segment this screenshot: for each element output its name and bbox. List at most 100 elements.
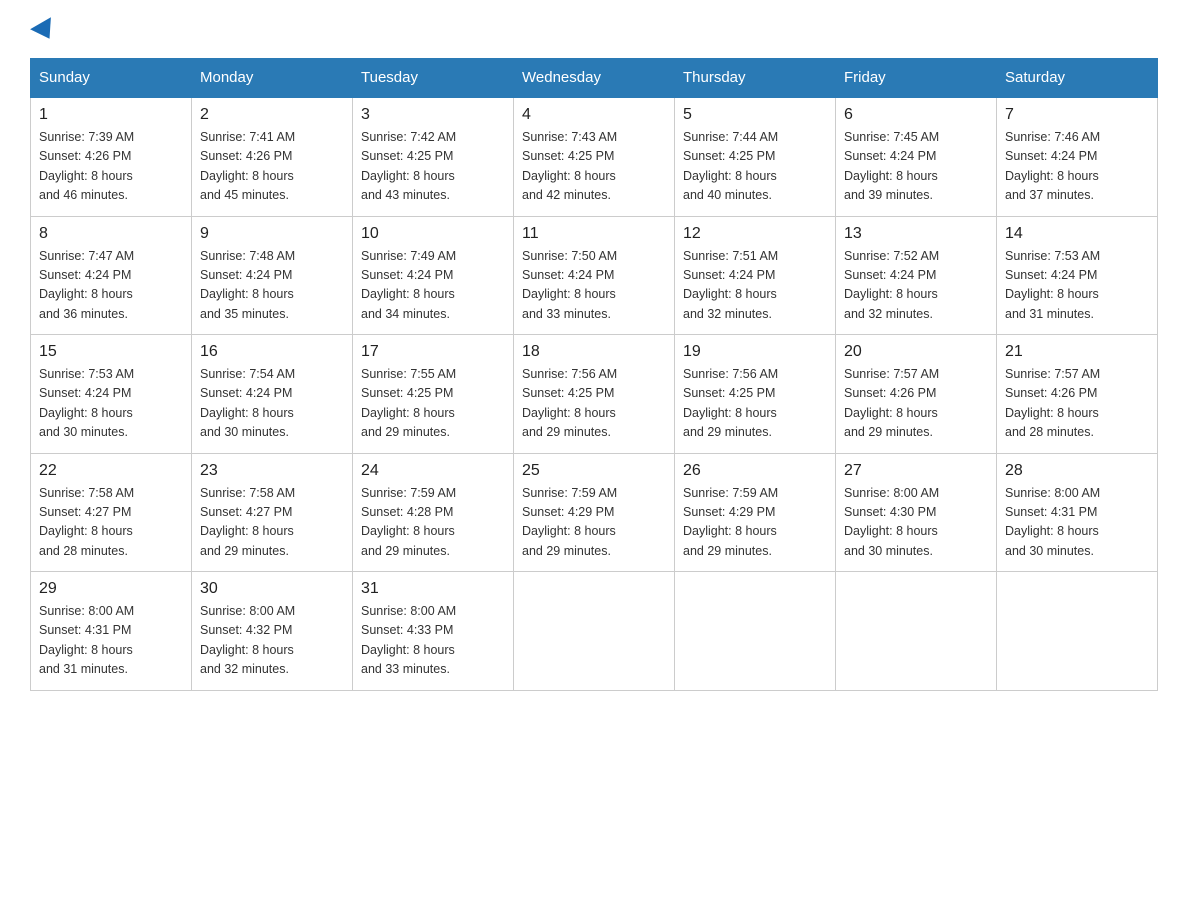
day-number: 6 (844, 106, 988, 124)
header-row: Sunday Monday Tuesday Wednesday Thursday… (31, 59, 1158, 98)
day-number: 21 (1005, 343, 1149, 361)
table-row: 7 Sunrise: 7:46 AMSunset: 4:24 PMDayligh… (997, 97, 1158, 216)
table-row: 22 Sunrise: 7:58 AMSunset: 4:27 PMDaylig… (31, 453, 192, 572)
table-row: 16 Sunrise: 7:54 AMSunset: 4:24 PMDaylig… (192, 335, 353, 454)
logo-blue (30, 20, 57, 38)
day-number: 22 (39, 462, 183, 480)
day-info: Sunrise: 8:00 AMSunset: 4:33 PMDaylight:… (361, 604, 456, 676)
table-row: 8 Sunrise: 7:47 AMSunset: 4:24 PMDayligh… (31, 216, 192, 335)
day-info: Sunrise: 7:49 AMSunset: 4:24 PMDaylight:… (361, 249, 456, 321)
table-row: 9 Sunrise: 7:48 AMSunset: 4:24 PMDayligh… (192, 216, 353, 335)
day-info: Sunrise: 7:56 AMSunset: 4:25 PMDaylight:… (683, 367, 778, 439)
calendar-table: Sunday Monday Tuesday Wednesday Thursday… (30, 58, 1158, 691)
day-info: Sunrise: 7:59 AMSunset: 4:29 PMDaylight:… (522, 486, 617, 558)
day-number: 19 (683, 343, 827, 361)
day-number: 26 (683, 462, 827, 480)
table-row: 5 Sunrise: 7:44 AMSunset: 4:25 PMDayligh… (675, 97, 836, 216)
day-info: Sunrise: 8:00 AMSunset: 4:32 PMDaylight:… (200, 604, 295, 676)
day-number: 5 (683, 106, 827, 124)
table-row: 14 Sunrise: 7:53 AMSunset: 4:24 PMDaylig… (997, 216, 1158, 335)
day-info: Sunrise: 7:51 AMSunset: 4:24 PMDaylight:… (683, 249, 778, 321)
day-number: 24 (361, 462, 505, 480)
col-thursday: Thursday (675, 59, 836, 98)
table-row: 18 Sunrise: 7:56 AMSunset: 4:25 PMDaylig… (514, 335, 675, 454)
day-info: Sunrise: 8:00 AMSunset: 4:30 PMDaylight:… (844, 486, 939, 558)
day-number: 10 (361, 225, 505, 243)
page-header (30, 20, 1158, 38)
calendar-week-row: 15 Sunrise: 7:53 AMSunset: 4:24 PMDaylig… (31, 335, 1158, 454)
day-number: 2 (200, 106, 344, 124)
col-monday: Monday (192, 59, 353, 98)
day-number: 8 (39, 225, 183, 243)
day-info: Sunrise: 7:44 AMSunset: 4:25 PMDaylight:… (683, 130, 778, 202)
table-row: 25 Sunrise: 7:59 AMSunset: 4:29 PMDaylig… (514, 453, 675, 572)
day-number: 17 (361, 343, 505, 361)
table-row: 3 Sunrise: 7:42 AMSunset: 4:25 PMDayligh… (353, 97, 514, 216)
table-row (997, 572, 1158, 691)
table-row: 11 Sunrise: 7:50 AMSunset: 4:24 PMDaylig… (514, 216, 675, 335)
day-number: 14 (1005, 225, 1149, 243)
table-row: 24 Sunrise: 7:59 AMSunset: 4:28 PMDaylig… (353, 453, 514, 572)
day-info: Sunrise: 7:52 AMSunset: 4:24 PMDaylight:… (844, 249, 939, 321)
day-info: Sunrise: 7:45 AMSunset: 4:24 PMDaylight:… (844, 130, 939, 202)
day-number: 27 (844, 462, 988, 480)
table-row: 4 Sunrise: 7:43 AMSunset: 4:25 PMDayligh… (514, 97, 675, 216)
table-row: 31 Sunrise: 8:00 AMSunset: 4:33 PMDaylig… (353, 572, 514, 691)
calendar-week-row: 22 Sunrise: 7:58 AMSunset: 4:27 PMDaylig… (31, 453, 1158, 572)
day-info: Sunrise: 7:41 AMSunset: 4:26 PMDaylight:… (200, 130, 295, 202)
day-number: 3 (361, 106, 505, 124)
logo-triangle-icon (30, 17, 60, 45)
day-number: 23 (200, 462, 344, 480)
day-number: 9 (200, 225, 344, 243)
table-row: 21 Sunrise: 7:57 AMSunset: 4:26 PMDaylig… (997, 335, 1158, 454)
table-row: 2 Sunrise: 7:41 AMSunset: 4:26 PMDayligh… (192, 97, 353, 216)
table-row: 15 Sunrise: 7:53 AMSunset: 4:24 PMDaylig… (31, 335, 192, 454)
day-info: Sunrise: 8:00 AMSunset: 4:31 PMDaylight:… (1005, 486, 1100, 558)
day-number: 15 (39, 343, 183, 361)
table-row: 23 Sunrise: 7:58 AMSunset: 4:27 PMDaylig… (192, 453, 353, 572)
day-number: 30 (200, 580, 344, 598)
day-info: Sunrise: 7:59 AMSunset: 4:29 PMDaylight:… (683, 486, 778, 558)
day-info: Sunrise: 7:53 AMSunset: 4:24 PMDaylight:… (39, 367, 134, 439)
logo (30, 20, 57, 38)
table-row: 26 Sunrise: 7:59 AMSunset: 4:29 PMDaylig… (675, 453, 836, 572)
col-sunday: Sunday (31, 59, 192, 98)
table-row: 27 Sunrise: 8:00 AMSunset: 4:30 PMDaylig… (836, 453, 997, 572)
table-row: 10 Sunrise: 7:49 AMSunset: 4:24 PMDaylig… (353, 216, 514, 335)
table-row: 17 Sunrise: 7:55 AMSunset: 4:25 PMDaylig… (353, 335, 514, 454)
day-info: Sunrise: 7:57 AMSunset: 4:26 PMDaylight:… (1005, 367, 1100, 439)
table-row: 20 Sunrise: 7:57 AMSunset: 4:26 PMDaylig… (836, 335, 997, 454)
table-row (514, 572, 675, 691)
day-number: 31 (361, 580, 505, 598)
day-number: 13 (844, 225, 988, 243)
day-info: Sunrise: 7:58 AMSunset: 4:27 PMDaylight:… (39, 486, 134, 558)
day-number: 18 (522, 343, 666, 361)
table-row: 30 Sunrise: 8:00 AMSunset: 4:32 PMDaylig… (192, 572, 353, 691)
day-number: 29 (39, 580, 183, 598)
day-number: 16 (200, 343, 344, 361)
calendar-week-row: 8 Sunrise: 7:47 AMSunset: 4:24 PMDayligh… (31, 216, 1158, 335)
day-number: 20 (844, 343, 988, 361)
calendar-week-row: 1 Sunrise: 7:39 AMSunset: 4:26 PMDayligh… (31, 97, 1158, 216)
table-row (675, 572, 836, 691)
day-info: Sunrise: 7:58 AMSunset: 4:27 PMDaylight:… (200, 486, 295, 558)
day-info: Sunrise: 7:43 AMSunset: 4:25 PMDaylight:… (522, 130, 617, 202)
table-row (836, 572, 997, 691)
day-info: Sunrise: 7:46 AMSunset: 4:24 PMDaylight:… (1005, 130, 1100, 202)
table-row: 1 Sunrise: 7:39 AMSunset: 4:26 PMDayligh… (31, 97, 192, 216)
table-row: 19 Sunrise: 7:56 AMSunset: 4:25 PMDaylig… (675, 335, 836, 454)
day-info: Sunrise: 7:39 AMSunset: 4:26 PMDaylight:… (39, 130, 134, 202)
table-row: 6 Sunrise: 7:45 AMSunset: 4:24 PMDayligh… (836, 97, 997, 216)
day-number: 28 (1005, 462, 1149, 480)
day-info: Sunrise: 7:56 AMSunset: 4:25 PMDaylight:… (522, 367, 617, 439)
table-row: 29 Sunrise: 8:00 AMSunset: 4:31 PMDaylig… (31, 572, 192, 691)
day-number: 12 (683, 225, 827, 243)
day-info: Sunrise: 7:48 AMSunset: 4:24 PMDaylight:… (200, 249, 295, 321)
day-info: Sunrise: 7:54 AMSunset: 4:24 PMDaylight:… (200, 367, 295, 439)
day-info: Sunrise: 7:57 AMSunset: 4:26 PMDaylight:… (844, 367, 939, 439)
day-number: 25 (522, 462, 666, 480)
table-row: 12 Sunrise: 7:51 AMSunset: 4:24 PMDaylig… (675, 216, 836, 335)
table-row: 13 Sunrise: 7:52 AMSunset: 4:24 PMDaylig… (836, 216, 997, 335)
day-info: Sunrise: 7:42 AMSunset: 4:25 PMDaylight:… (361, 130, 456, 202)
day-info: Sunrise: 7:55 AMSunset: 4:25 PMDaylight:… (361, 367, 456, 439)
